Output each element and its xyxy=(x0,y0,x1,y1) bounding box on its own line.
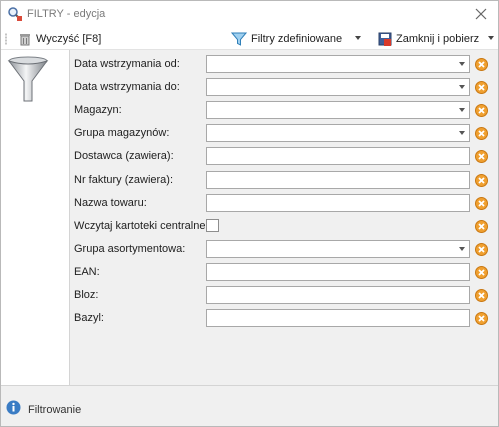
dropdown-arrow-icon[interactable] xyxy=(459,108,465,112)
field-label: EAN: xyxy=(74,266,100,278)
clear-field-icon[interactable] xyxy=(475,104,488,117)
central-records-checkbox[interactable] xyxy=(206,219,219,232)
clear-field-icon[interactable] xyxy=(475,266,488,279)
clear-field-icon[interactable] xyxy=(475,220,488,233)
clear-button[interactable]: Wyczyść [F8] xyxy=(18,30,101,48)
clear-field-icon[interactable] xyxy=(475,81,488,94)
clear-field-icon[interactable] xyxy=(475,289,488,302)
field-label: Dostawca (zawiera): xyxy=(74,150,174,162)
dropdown-arrow-icon[interactable] xyxy=(459,85,465,89)
field-label: Bloz: xyxy=(74,289,99,301)
combo-field[interactable] xyxy=(206,240,470,258)
dropdown-arrow-icon[interactable] xyxy=(459,62,465,66)
toolbar-grip[interactable] xyxy=(5,33,7,45)
field-label: Data wstrzymania od: xyxy=(74,58,180,70)
field-label: Nr faktury (zawiera): xyxy=(74,174,174,186)
clear-field-icon[interactable] xyxy=(475,174,488,187)
text-field[interactable] xyxy=(206,171,470,189)
toolbar: Wyczyść [F8] Filtry zdefiniowane Zamknij… xyxy=(1,28,498,50)
status-text: Filtrowanie xyxy=(28,404,82,416)
funnel-icon xyxy=(231,32,247,46)
combo-field[interactable] xyxy=(206,124,470,142)
clear-field-icon[interactable] xyxy=(475,243,488,256)
text-field[interactable] xyxy=(206,286,470,304)
clear-button-label: Wyczyść [F8] xyxy=(36,33,102,45)
sidebar xyxy=(1,50,70,385)
magnifier-filter-icon xyxy=(8,7,22,21)
field-label: Data wstrzymania do: xyxy=(74,81,180,93)
field-label: Nazwa towaru: xyxy=(74,197,147,209)
clear-field-icon[interactable] xyxy=(475,58,488,71)
text-field[interactable] xyxy=(206,263,470,281)
save-close-icon xyxy=(378,32,392,46)
clear-field-icon[interactable] xyxy=(475,197,488,210)
title-bar: FILTRY - edycja xyxy=(1,1,498,28)
dropdown-arrow-icon[interactable] xyxy=(459,131,465,135)
close-and-fetch-label: Zamknij i pobierz xyxy=(396,33,480,45)
info-icon xyxy=(6,400,21,415)
text-field[interactable] xyxy=(206,194,470,212)
funnel-illustration-icon xyxy=(7,56,49,102)
defined-filters-label: Filtry zdefiniowane xyxy=(251,33,343,45)
combo-field[interactable] xyxy=(206,78,470,96)
field-label: Magazyn: xyxy=(74,104,122,116)
window-title: FILTRY - edycja xyxy=(27,8,106,20)
close-and-fetch-button[interactable]: Zamknij i pobierz xyxy=(378,30,479,48)
clear-field-icon[interactable] xyxy=(475,312,488,325)
field-label: Grupa magazynów: xyxy=(74,127,170,139)
text-field[interactable] xyxy=(206,309,470,327)
close-icon[interactable] xyxy=(472,5,490,23)
field-label: Bazyl: xyxy=(74,312,104,324)
dropdown-arrow-icon[interactable] xyxy=(459,247,465,251)
combo-field[interactable] xyxy=(206,55,470,73)
field-label: Grupa asortymentowa: xyxy=(74,243,186,255)
chevron-down-icon[interactable] xyxy=(487,34,495,42)
text-field[interactable] xyxy=(206,147,470,165)
trash-icon xyxy=(20,34,30,46)
clear-field-icon[interactable] xyxy=(475,127,488,140)
field-label: Wczytaj kartoteki centralne: xyxy=(74,220,209,232)
combo-field[interactable] xyxy=(206,101,470,119)
filter-dialog: FILTRY - edycja Wyczyść [F8] Filtry zdef… xyxy=(0,0,499,427)
clear-field-icon[interactable] xyxy=(475,150,488,163)
defined-filters-button[interactable]: Filtry zdefiniowane xyxy=(231,30,342,48)
status-bar: Filtrowanie xyxy=(1,385,498,426)
chevron-down-icon[interactable] xyxy=(354,34,362,42)
